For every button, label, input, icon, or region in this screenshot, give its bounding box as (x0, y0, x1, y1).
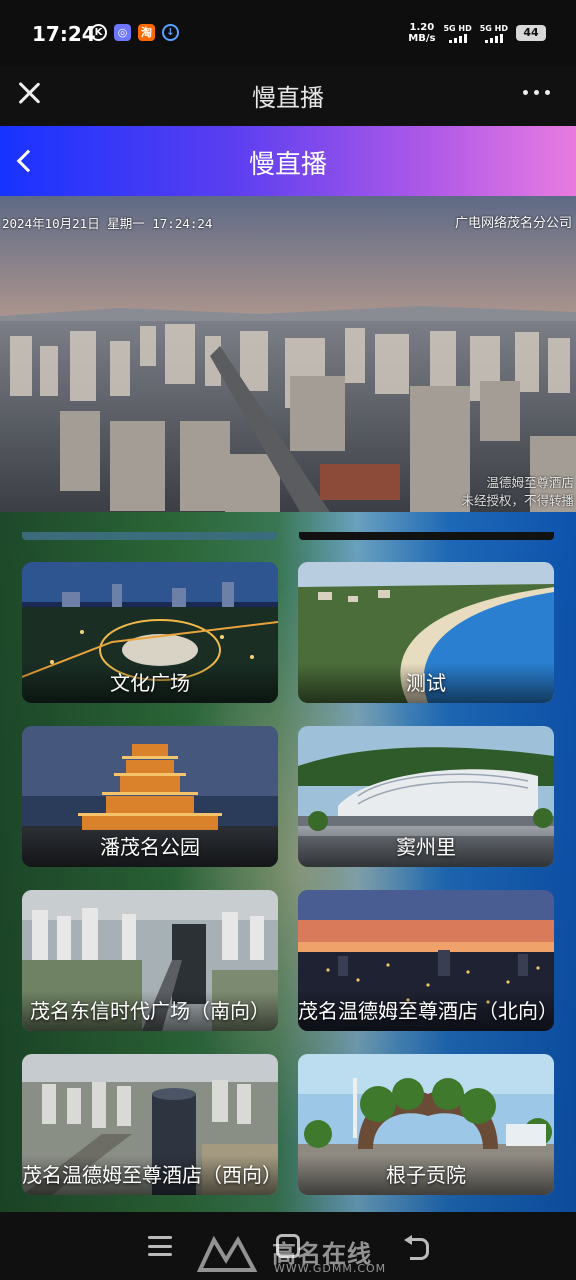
city-skyline-video-frame (0, 196, 576, 512)
notification-icons: K ◎ 淘 ↓ (90, 24, 179, 41)
sim2-signal: 5G HD (480, 24, 508, 43)
network-speed: 1.20 MB/s (408, 22, 436, 44)
camera-tile-wyndham-north[interactable]: 茂名温德姆至尊酒店（北向） (298, 890, 554, 1031)
app-bar-title: 慢直播 (252, 84, 324, 112)
camera-label: 茂名温德姆至尊酒店（西向） (22, 1163, 278, 1187)
watermark-logo-icon (196, 1235, 258, 1272)
camera-label: 茂名温德姆至尊酒店（北向） (298, 999, 554, 1023)
camera-list: 文化广场 测试 潘茂名公园 窦州里 茂名东信时代广场（南向） 茂名温德姆至尊酒店… (0, 512, 576, 1212)
status-time: 17:24 (32, 22, 96, 46)
previous-tile-edge (299, 532, 554, 540)
camera-tile-genzi-gongyuan[interactable]: 根子贡院 (298, 1054, 554, 1195)
watermark-url: WWW.GDMM.COM (274, 1262, 387, 1275)
camera-label: 茂名东信时代广场（南向） (30, 999, 270, 1023)
camera-tile-panmaoming-park[interactable]: 潘茂名公园 (22, 726, 278, 867)
camera-tile-douzhouli[interactable]: 窦州里 (298, 726, 554, 867)
page-title: 慢直播 (248, 150, 327, 180)
camera-label: 测试 (406, 671, 446, 695)
camera-label: 潘茂名公园 (100, 835, 200, 859)
video-datetime: 2024年10月21日 星期一 17:24:24 (2, 216, 213, 231)
sim1-signal: 5G HD (443, 24, 472, 43)
camera-tile-dongxin-south[interactable]: 茂名东信时代广场（南向） (22, 890, 278, 1031)
battery-icon: 44 (516, 25, 546, 41)
video-organization: 广电网络茂名分公司 (454, 216, 572, 231)
back-icon[interactable] (404, 1234, 430, 1260)
camera-tile-test[interactable]: 测试 (298, 562, 554, 703)
app-blue-icon: ◎ (114, 24, 131, 41)
live-video-player[interactable]: 2024年10月21日 星期一 17:24:24 广电网络茂名分公司 温德姆至尊… (0, 196, 576, 512)
site-watermark: 高名在线 WWW.GDMM.COM (196, 1228, 396, 1278)
status-bar: 17:24 K ◎ 淘 ↓ 1.20 MB/s 5G HD 5G HD 44 (0, 0, 576, 66)
camera-tile-wyndham-west[interactable]: 茂名温德姆至尊酒店（西向） (22, 1054, 278, 1195)
previous-tile-edge (22, 532, 277, 540)
camera-label: 根子贡院 (386, 1163, 466, 1187)
taobao-icon: 淘 (138, 24, 155, 41)
signal-bars-icon (443, 33, 471, 43)
status-indicators: 1.20 MB/s 5G HD 5G HD 44 (408, 22, 546, 44)
menu-icon[interactable] (148, 1236, 172, 1256)
camera-label: 窦州里 (396, 835, 456, 859)
signal-bars-icon (480, 33, 508, 43)
page-header: 慢直播 (0, 126, 576, 196)
video-watermark: 温德姆至尊酒店 未经授权，不得转播 (461, 475, 574, 508)
k-icon: K (90, 24, 107, 41)
more-options-icon[interactable] (523, 90, 550, 95)
camera-label: 文化广场 (110, 671, 190, 695)
camera-tile-wenhua-square[interactable]: 文化广场 (22, 562, 278, 703)
app-bar: 慢直播 (0, 66, 576, 126)
download-icon: ↓ (162, 24, 179, 41)
